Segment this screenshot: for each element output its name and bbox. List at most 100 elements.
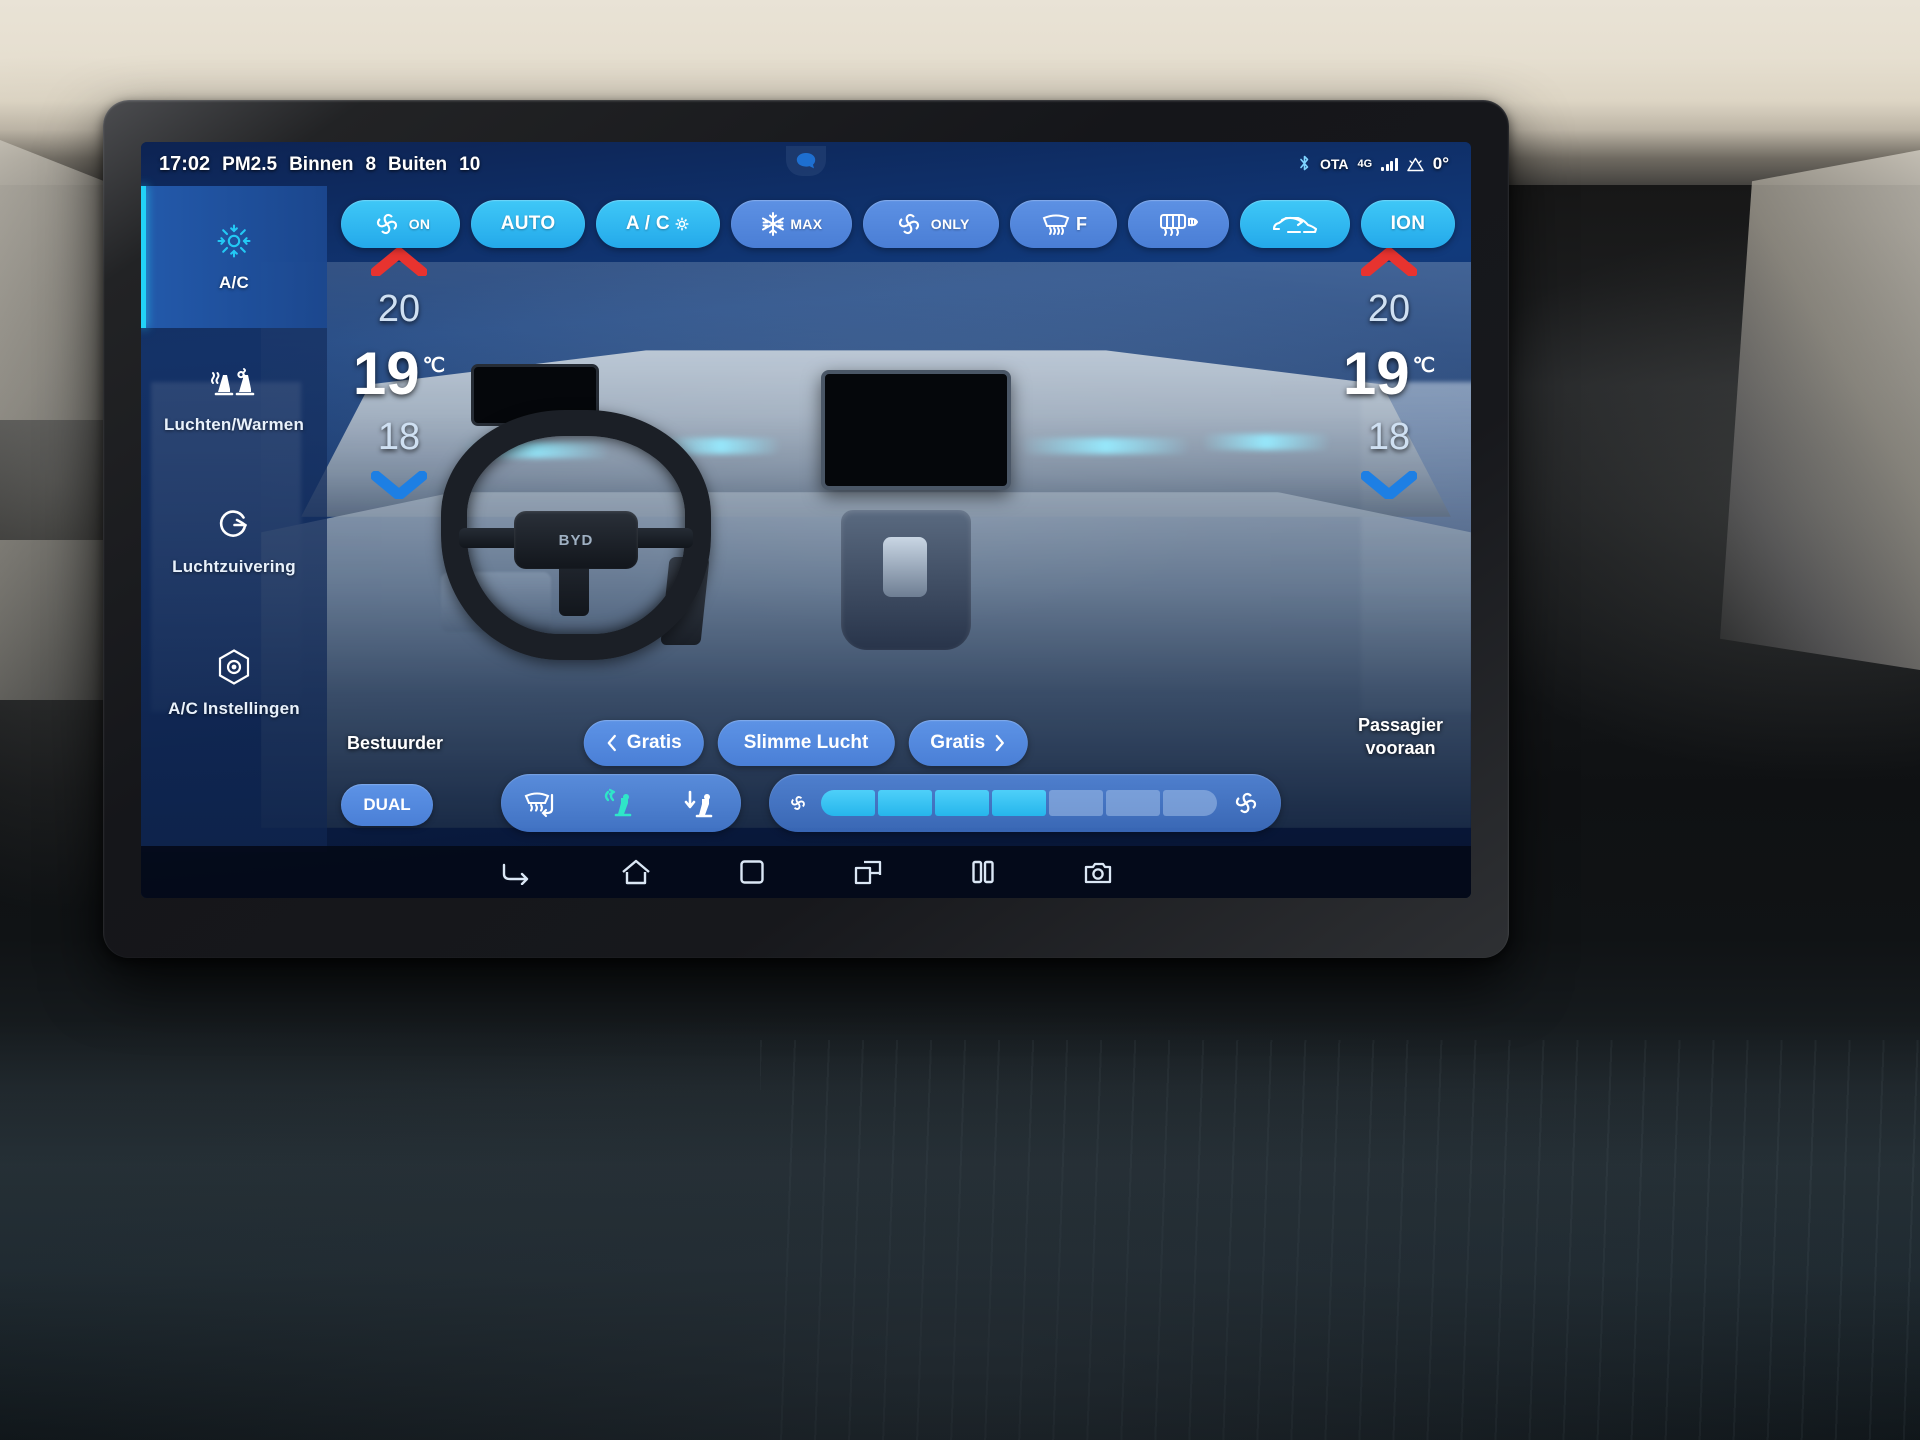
ac-gear-icon (675, 217, 689, 231)
front-defrost-label: F (1076, 213, 1088, 234)
fan-level-track[interactable] (821, 790, 1217, 816)
fan-segment[interactable] (992, 790, 1046, 816)
driver-zone-label: Bestuurder (347, 733, 444, 753)
passenger-temp-current: 19 (1342, 340, 1410, 407)
screenshot-button[interactable] (1083, 859, 1113, 886)
seat-heat-vent-icon (209, 363, 259, 403)
ota-label: OTA (1320, 156, 1349, 172)
smart-air-next-button[interactable]: Gratis (908, 720, 1029, 766)
sidebar-item-ventilate-heat[interactable]: Luchten/Warmen (141, 328, 327, 470)
airflow-mode-bar (501, 774, 741, 832)
smart-air-center-button[interactable]: Slimme Lucht (717, 720, 895, 766)
fan-speed-slider[interactable] (769, 774, 1281, 832)
recirculation-button[interactable] (1240, 200, 1350, 248)
sidebar-item-ac[interactable]: A/C (141, 186, 327, 328)
ac-button[interactable]: A / C (596, 200, 720, 248)
climate-quick-buttons: ON AUTO A / C MAX ONLY F ION (341, 200, 1455, 248)
smart-air-center-label: Slimme Lucht (743, 732, 869, 753)
fan-only-button[interactable]: ONLY (863, 200, 1000, 248)
dual-zone-button[interactable]: DUAL (341, 784, 433, 826)
rear-defrost-button[interactable] (1128, 200, 1230, 248)
snowflake-sun-icon (215, 221, 253, 261)
fan-segment[interactable] (878, 790, 932, 816)
driver-temp-below: 18 (377, 416, 421, 458)
settings-hex-icon (216, 647, 252, 687)
driver-temp-current: 19 (352, 340, 420, 407)
passenger-temp-down-button[interactable] (1361, 471, 1417, 499)
fan-segment[interactable] (1049, 790, 1103, 816)
back-button[interactable] (499, 859, 533, 885)
driver-temp-up-button[interactable] (371, 248, 427, 276)
fan-segment[interactable] (1163, 790, 1217, 816)
pause-button[interactable] (971, 859, 995, 885)
ac-label: A / C (625, 213, 670, 234)
front-defrost-icon (1042, 214, 1070, 235)
recirculate-car-icon (1273, 216, 1318, 234)
sidebar-item-air-purification[interactable]: Luchtzuivering (141, 470, 327, 612)
fan-on-button[interactable]: ON (341, 200, 461, 248)
voice-assistant-icon[interactable] (786, 146, 826, 176)
outside-value: 10 (459, 153, 481, 175)
inside-label: Binnen (289, 153, 354, 175)
face-vent-icon (604, 788, 632, 817)
mode-defrost-button[interactable] (520, 786, 564, 820)
fan-small-icon (787, 793, 809, 813)
fan-large-icon (1229, 789, 1263, 817)
recents-button[interactable] (739, 859, 765, 885)
sidebar-item-ventilate-heat-label: Luchten/Warmen (163, 415, 305, 434)
home-button[interactable] (621, 859, 651, 886)
bluetooth-icon (1298, 155, 1311, 173)
signal-bars-icon (1381, 157, 1398, 171)
driver-temp-down-button[interactable] (371, 471, 427, 499)
smart-air-selector: Gratis Slimme Lucht Gratis (583, 720, 1029, 766)
passenger-temp-up-button[interactable] (1361, 248, 1417, 276)
driver-temp-current-group[interactable]: 19 ℃ (352, 340, 446, 407)
passenger-temperature-control: 20 19 ℃ 18 (1329, 248, 1449, 499)
chevron-right-icon (994, 734, 1006, 752)
passenger-zone-label-line1: Passagier (1357, 715, 1443, 735)
fan-segment[interactable] (935, 790, 989, 816)
render-gear-shifter (883, 537, 927, 597)
render-center-display (821, 370, 1011, 490)
exterior-temperature: 0° (1432, 154, 1449, 173)
air-purify-icon (216, 505, 252, 545)
snowflake-icon (762, 212, 785, 236)
sidebar-item-ac-settings[interactable]: A/C Instellingen (141, 612, 327, 754)
status-right-group: OTA 4G 0° (1298, 154, 1449, 174)
fan-segment[interactable] (821, 790, 875, 816)
mode-foot-button[interactable] (680, 786, 722, 820)
passenger-temp-above: 20 (1367, 288, 1411, 330)
passenger-temp-below: 18 (1367, 416, 1411, 458)
front-defrost-button[interactable]: F (1010, 200, 1118, 248)
sidebar-item-air-purification-label: Luchtzuivering (172, 557, 296, 576)
status-time: 17:02 (159, 152, 211, 175)
infotainment-bezel: BYD 17:02 PM2.5 Binnen 8 Buiten 10 OTA 4… (103, 100, 1509, 958)
rear-defrost-icon (1159, 214, 1198, 236)
passenger-temp-current-group[interactable]: 19 ℃ (1342, 340, 1435, 407)
fan-segment[interactable] (1106, 790, 1160, 816)
mode-face-button[interactable] (601, 786, 643, 820)
max-ac-button[interactable]: MAX (730, 200, 853, 248)
auto-button[interactable]: AUTO (471, 200, 586, 248)
right-dashboard-trim (1720, 150, 1920, 670)
fan-on-label: ON (408, 216, 431, 232)
ion-button[interactable]: ION (1360, 200, 1455, 248)
infotainment-screen[interactable]: BYD 17:02 PM2.5 Binnen 8 Buiten 10 OTA 4… (141, 142, 1471, 898)
sidebar: A/C Luchten/Warmen Luchtzuivering A/C In… (141, 186, 327, 852)
max-ac-label: MAX (790, 216, 823, 232)
inside-value: 8 (365, 153, 377, 175)
render-vent-glow-right2 (1021, 438, 1191, 454)
smart-air-prev-button[interactable]: Gratis (583, 720, 704, 766)
split-screen-button[interactable] (853, 859, 883, 886)
smart-air-prev-label: Gratis (626, 732, 682, 753)
network-label: 4G (1357, 158, 1373, 170)
driver-temperature-control: 20 19 ℃ 18 (339, 248, 459, 499)
android-navigation-bar (141, 846, 1471, 898)
driver-temp-unit: ℃ (422, 355, 446, 377)
pm25-label: PM2.5 (222, 153, 278, 175)
driver-temp-above: 20 (377, 288, 421, 330)
ion-label: ION (1390, 213, 1426, 234)
dual-label: DUAL (363, 795, 411, 814)
defrost-windshield-icon (524, 792, 553, 818)
render-steering-wheel: BYD (441, 410, 711, 660)
